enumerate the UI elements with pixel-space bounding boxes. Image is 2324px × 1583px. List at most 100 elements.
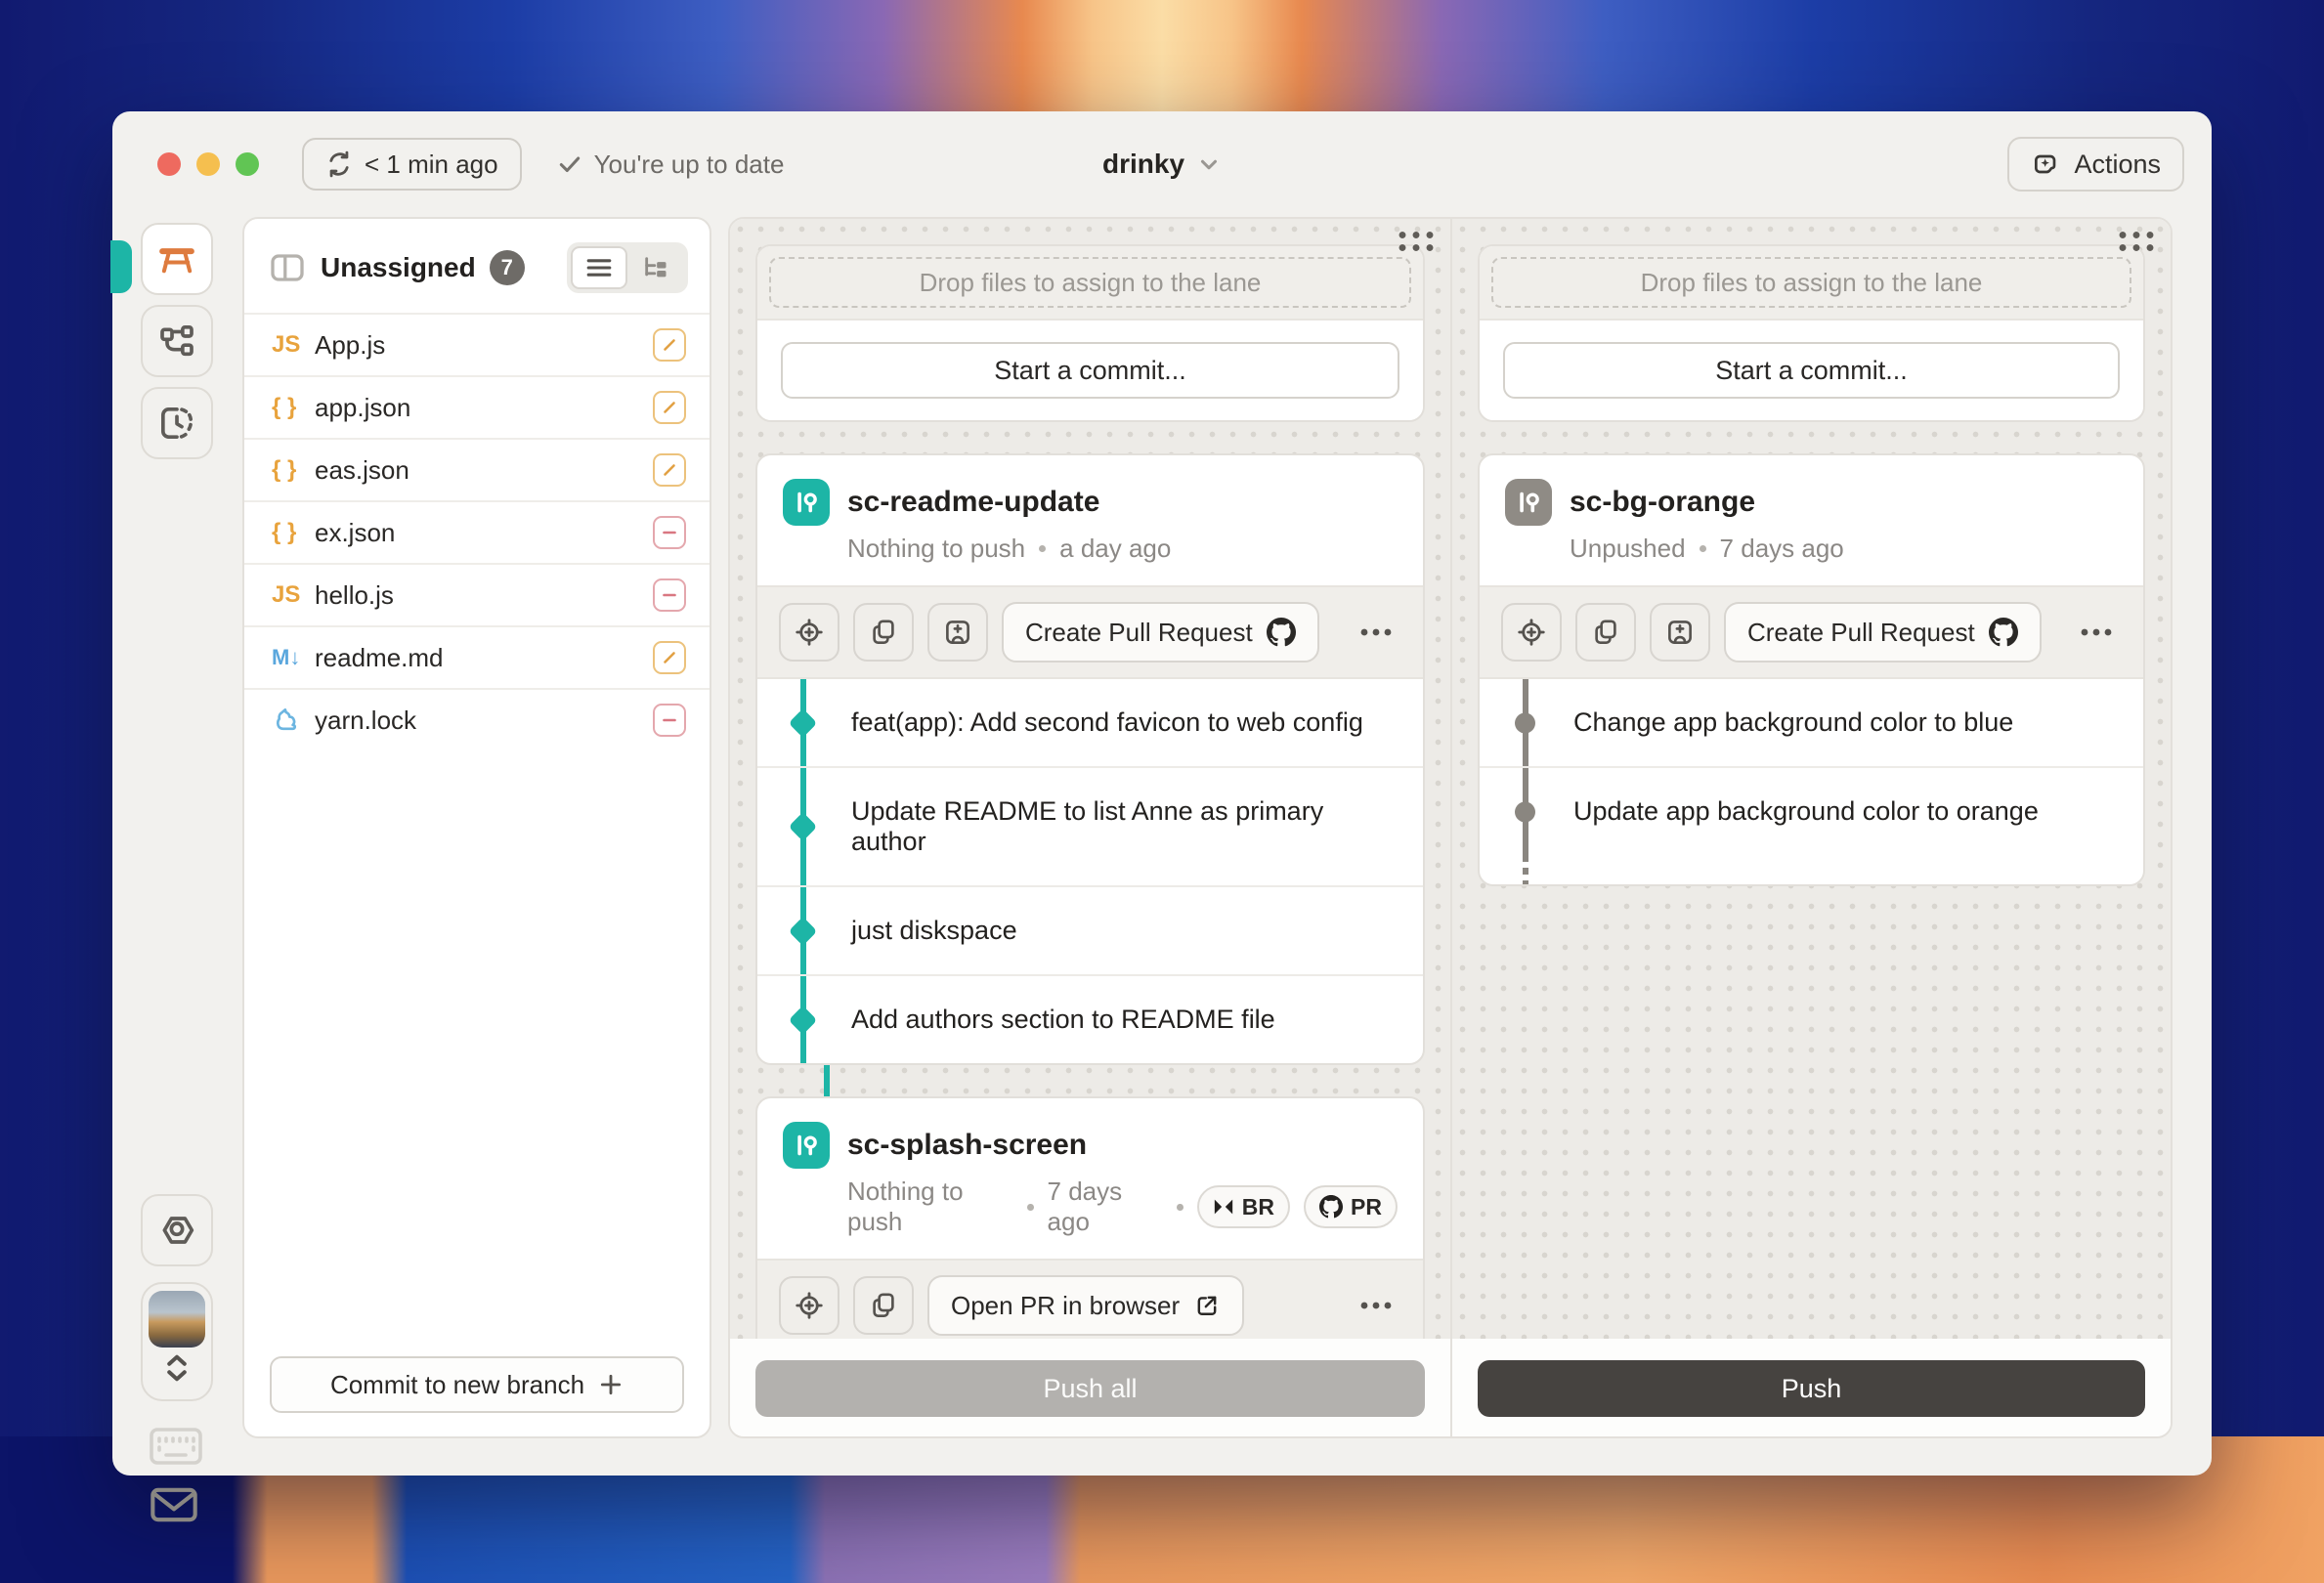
copy-branch-button[interactable]: [853, 603, 914, 662]
branch-menu-button[interactable]: [1351, 619, 1401, 646]
branch-badge-pr[interactable]: PR: [1304, 1185, 1398, 1228]
branch-meta: Unpushed 7 days ago: [1570, 534, 1844, 564]
commit-marker: [1515, 712, 1535, 733]
workspace-tab[interactable]: [141, 223, 213, 295]
file-row-app-js[interactable]: JS App.js: [244, 313, 710, 375]
commit-message: Update README to list Anne as primary au…: [851, 796, 1323, 856]
start-commit-button[interactable]: Start a commit...: [1503, 342, 2120, 399]
file-row-yarn-lock[interactable]: yarn.lock: [244, 688, 710, 750]
create-pr-label: Create Pull Request: [1747, 618, 1975, 648]
file-row-app-json[interactable]: { } app.json: [244, 375, 710, 438]
file-row-readme-md[interactable]: M↓ readme.md: [244, 625, 710, 688]
commit-row[interactable]: feat(app): Add second favicon to web con…: [757, 679, 1423, 766]
last-updated: 7 days ago: [1720, 534, 1844, 564]
commit-row[interactable]: Add authors section to README file: [757, 974, 1423, 1063]
commit-message: Add authors section to README file: [851, 1005, 1275, 1034]
push-all-button[interactable]: Push all: [755, 1360, 1425, 1417]
branches-tab[interactable]: [141, 305, 213, 377]
branch-badge-br[interactable]: BR: [1197, 1185, 1290, 1228]
commit-to-new-branch-button[interactable]: Commit to new branch: [270, 1356, 684, 1413]
assign-target-button[interactable]: [779, 1276, 839, 1335]
chevron-up-down-icon: [160, 1348, 194, 1389]
feedback-button[interactable]: [149, 1483, 199, 1526]
commit-marker: [789, 1005, 818, 1035]
lane-1-content: Drop files to assign to the lane Start a…: [730, 219, 1450, 1339]
modified-status-icon: [653, 391, 686, 424]
virtual-branch-icon: [1505, 479, 1552, 526]
deleted-status-icon: [653, 516, 686, 549]
tree-view-toggle[interactable]: [627, 246, 684, 289]
open-pr-in-browser-button[interactable]: Open PR in browser: [927, 1275, 1244, 1336]
actions-button[interactable]: Actions: [2007, 137, 2184, 192]
github-icon: [1989, 618, 2018, 647]
keyboard-shortcuts-button[interactable]: [149, 1427, 203, 1466]
push-button[interactable]: Push: [1478, 1360, 2145, 1417]
drop-zone[interactable]: Drop files to assign to the lane: [1491, 257, 2131, 308]
json-file-icon: { }: [272, 394, 315, 421]
lane-drag-handle[interactable]: [2116, 229, 2157, 254]
desktop-wallpaper: < 1 min ago You're up to date drinky: [0, 0, 2324, 1583]
list-view-toggle[interactable]: [571, 246, 627, 289]
settings-button[interactable]: [141, 1194, 213, 1266]
branch-card-sc-bg-orange: sc-bg-orange Unpushed 7 days ago: [1478, 453, 2145, 886]
file-row-eas-json[interactable]: { } eas.json: [244, 438, 710, 500]
branch-name: sc-bg-orange: [1570, 479, 1844, 526]
create-pull-request-button[interactable]: Create Pull Request: [1724, 602, 2042, 663]
branch-menu-button[interactable]: [1351, 1292, 1401, 1319]
commit-message: Update app background color to orange: [1573, 796, 2039, 826]
branch-card-sc-splash-screen: sc-splash-screen Nothing to push 7 days …: [755, 1096, 1425, 1339]
file-row-hello-js[interactable]: JS hello.js: [244, 563, 710, 625]
copy-branch-button[interactable]: [1575, 603, 1636, 662]
minimize-button[interactable]: [196, 152, 220, 176]
branch-menu-button[interactable]: [2071, 619, 2122, 646]
close-button[interactable]: [157, 152, 181, 176]
sparkle-icon: [2031, 149, 2062, 180]
lane-drag-handle[interactable]: [1396, 229, 1437, 254]
js-file-icon: JS: [272, 331, 315, 359]
branch-header[interactable]: sc-splash-screen Nothing to push 7 days …: [757, 1098, 1423, 1259]
refresh-icon: [325, 150, 353, 178]
assign-target-button[interactable]: [779, 603, 839, 662]
separator-dot: [1177, 1204, 1184, 1211]
lane-2: Drop files to assign to the lane Start a…: [1450, 219, 2171, 1436]
commit-row[interactable]: Update app background color to orange: [1480, 766, 2143, 855]
unassigned-file-list: JS App.js { } app.json { } eas.json: [244, 313, 710, 750]
branch-header[interactable]: sc-bg-orange Unpushed 7 days ago: [1480, 455, 2143, 585]
file-name: app.json: [315, 393, 410, 423]
commit-row[interactable]: Change app background color to blue: [1480, 679, 2143, 766]
project-switcher[interactable]: drinky: [1102, 149, 1222, 180]
branch-meta: Nothing to push 7 days ago BR: [847, 1177, 1398, 1237]
assign-target-button[interactable]: [1501, 603, 1562, 662]
commit-marker: [1515, 801, 1535, 822]
branch-actions: Create Pull Request: [757, 585, 1423, 679]
pr-badge-label: PR: [1351, 1194, 1382, 1220]
sync-button[interactable]: < 1 min ago: [302, 138, 522, 191]
add-dependent-branch-button[interactable]: [927, 603, 988, 662]
lane-2-content: Drop files to assign to the lane Start a…: [1452, 219, 2171, 1339]
zoom-button[interactable]: [236, 152, 259, 176]
create-pull-request-button[interactable]: Create Pull Request: [1002, 602, 1319, 663]
start-commit-button[interactable]: Start a commit...: [781, 342, 1399, 399]
check-icon: [557, 151, 582, 177]
commit-list: Change app background color to blue Upda…: [1480, 679, 2143, 855]
commit-message: just diskspace: [851, 916, 1017, 945]
chevron-down-icon: [1196, 151, 1222, 177]
drawer-handle-tab[interactable]: [110, 240, 132, 293]
separator-dot: [1027, 1204, 1034, 1211]
commit-row[interactable]: Update README to list Anne as primary au…: [757, 766, 1423, 885]
add-dependent-branch-button[interactable]: [1650, 603, 1710, 662]
copy-branch-button[interactable]: [853, 1276, 914, 1335]
commit-row[interactable]: just diskspace: [757, 885, 1423, 974]
drop-zone[interactable]: Drop files to assign to the lane: [769, 257, 1411, 308]
history-tab[interactable]: [141, 387, 213, 459]
lane-2-drop-card: Drop files to assign to the lane Start a…: [1478, 244, 2145, 422]
lanes-container: Drop files to assign to the lane Start a…: [728, 217, 2173, 1438]
profile-switcher[interactable]: [141, 1282, 213, 1401]
branch-header[interactable]: sc-readme-update Nothing to push a day a…: [757, 455, 1423, 585]
plus-icon: [598, 1372, 624, 1397]
file-row-ex-json[interactable]: { } ex.json: [244, 500, 710, 563]
deleted-status-icon: [653, 578, 686, 612]
unassigned-title: Unassigned: [321, 252, 476, 283]
file-name: readme.md: [315, 643, 444, 673]
mail-icon: [149, 1483, 199, 1526]
